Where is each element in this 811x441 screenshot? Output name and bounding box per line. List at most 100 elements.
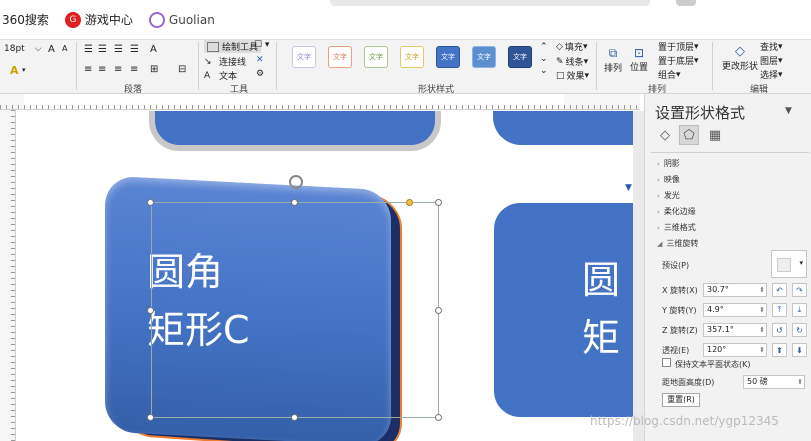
find-button[interactable]: 查找 ▾ xyxy=(760,40,783,54)
text-direction-button[interactable]: A xyxy=(150,44,157,55)
resize-handle[interactable] xyxy=(147,307,154,314)
more-styles-icon[interactable]: ⌄ xyxy=(540,66,548,76)
canvas-scrollbar[interactable] xyxy=(633,111,644,441)
align-text-button[interactable]: ⊟ xyxy=(178,64,186,75)
draw-tools-button[interactable]: 绘制工具 xyxy=(204,40,262,53)
divider xyxy=(596,42,597,90)
position-button[interactable]: ⊡ 位置 xyxy=(630,46,648,73)
horizontal-ruler-active xyxy=(24,94,564,110)
rotate-ccw-icon[interactable]: ↺ xyxy=(772,323,787,337)
align-left-button[interactable]: ≡ xyxy=(84,64,92,75)
section-shadow[interactable]: › 阴影 xyxy=(657,158,680,169)
rounded-rect-shape-top-right[interactable] xyxy=(493,111,633,145)
resize-handle[interactable] xyxy=(435,414,442,421)
tab-strip-edge xyxy=(330,0,650,6)
rotate-down-icon[interactable]: ⤓ xyxy=(792,303,807,317)
shape-style-7[interactable]: 文字 xyxy=(508,46,532,68)
resize-handle[interactable] xyxy=(291,199,298,206)
section-glow[interactable]: › 发光 xyxy=(657,190,680,201)
delete-icon[interactable]: ✕ xyxy=(256,55,264,65)
shape-style-3[interactable]: 文字 xyxy=(364,46,388,68)
bookmark-360-search[interactable]: 360搜索 xyxy=(2,11,49,28)
shape-style-6[interactable]: 文字 xyxy=(472,46,496,68)
section-3d-format[interactable]: › 三维格式 xyxy=(657,222,696,233)
arrange-button[interactable]: ⧉ 排列 xyxy=(604,46,622,74)
justify-button[interactable]: ≡ xyxy=(130,64,138,75)
x-rotation-input[interactable]: 30.7° xyxy=(703,283,767,297)
preset-dropdown[interactable]: ▾ xyxy=(771,250,807,278)
rotate-left-icon[interactable]: ↶ xyxy=(772,283,787,297)
keep-text-flat-checkbox[interactable] xyxy=(662,358,671,367)
resize-handle[interactable] xyxy=(435,307,442,314)
font-color-button[interactable]: A xyxy=(10,64,19,77)
shape-style-1[interactable]: 文字 xyxy=(292,46,316,68)
fill-button[interactable]: ◇ 填充 ▾ xyxy=(556,40,587,54)
size-properties-tab-icon[interactable]: ▦ xyxy=(705,125,725,145)
bookmark-guolian[interactable]: Guolian xyxy=(148,11,215,28)
perspective-input[interactable]: 120° xyxy=(703,343,767,357)
format-shape-panel: 设置形状格式 ▼ ◇ ⬠ ▦ › 阴影 › 映像 › 发光 › 柔化边缘 › 三维格式 ◢… xyxy=(644,94,811,441)
adjust-handle[interactable] xyxy=(406,199,413,206)
drawing-canvas[interactable]: 圆角 矩形C 圆 矩 ▼ xyxy=(17,111,633,441)
align-right-button[interactable]: ≡ xyxy=(114,64,122,75)
rotate-handle-icon[interactable] xyxy=(289,175,303,189)
connector-button[interactable]: ↘ 连接线 xyxy=(204,55,246,69)
perspective-decrease-icon[interactable]: ⬇ xyxy=(792,343,807,357)
resize-handle[interactable] xyxy=(147,199,154,206)
numbering-button[interactable]: ☰ xyxy=(98,44,107,55)
scroll-down-icon[interactable]: ⌄ xyxy=(540,54,548,64)
perspective-increase-icon[interactable]: ⬆ xyxy=(772,343,787,357)
line-button[interactable]: ✎ 线条 ▾ xyxy=(556,55,588,69)
distance-input[interactable]: 50 磅 xyxy=(743,375,805,389)
divider xyxy=(276,42,277,90)
x-rotation-label: X 旋转(X) xyxy=(662,286,698,295)
section-reflection[interactable]: › 映像 xyxy=(657,174,680,185)
send-back-button[interactable]: 置于底层 ▾ xyxy=(658,54,699,68)
layer-button[interactable]: 图层 ▾ xyxy=(760,54,783,68)
shape-style-4[interactable]: 文字 xyxy=(400,46,424,68)
text-button[interactable]: A 文本 xyxy=(204,69,237,83)
bookmarks-bar: 360搜索 G 游戏中心 Guolian xyxy=(0,0,811,40)
bullets-button[interactable]: ☰ xyxy=(84,44,93,55)
grow-font-button[interactable]: A xyxy=(48,44,55,55)
columns-button[interactable]: ⊞ xyxy=(150,64,158,75)
distance-label: 距地面高度(D) xyxy=(662,378,715,387)
indent-button[interactable]: ☰ xyxy=(114,44,123,55)
group-button[interactable]: 组合 ▾ xyxy=(658,68,681,82)
bookmark-game-center[interactable]: G 游戏中心 xyxy=(64,11,133,28)
effect-button[interactable]: □ 效果 ▾ xyxy=(556,69,589,83)
bring-front-button[interactable]: 置于顶层 ▾ xyxy=(658,40,699,54)
align-center-button[interactable]: ≡ xyxy=(98,64,106,75)
fill-line-tab-icon[interactable]: ◇ xyxy=(655,125,675,145)
select-button[interactable]: 选择 ▾ xyxy=(760,68,783,82)
outdent-button[interactable]: ☰ xyxy=(130,44,139,55)
effect-icon: □ xyxy=(556,70,565,81)
textbox-icon xyxy=(207,41,219,52)
change-shape-button[interactable]: ◇ 更改形状 xyxy=(722,44,758,72)
shape-text-right[interactable]: 圆 矩 xyxy=(582,251,620,367)
resize-handle[interactable] xyxy=(291,414,298,421)
rotate-right-icon[interactable]: ↷ xyxy=(792,283,807,297)
y-rotation-input[interactable]: 4.9° xyxy=(703,303,767,317)
shape-style-5[interactable]: 文字 xyxy=(436,46,460,68)
rotate-cw-icon[interactable]: ↻ xyxy=(792,323,807,337)
chevron-down-icon[interactable]: ▾ xyxy=(22,66,26,74)
z-rotation-input[interactable]: 357.1° xyxy=(703,323,767,337)
section-3d-rotation[interactable]: ◢ 三维旋转 xyxy=(657,238,698,249)
resize-handle[interactable] xyxy=(147,414,154,421)
shrink-font-button[interactable]: A xyxy=(62,44,67,53)
shape-outline-icon[interactable]: ☐ ▾ xyxy=(254,40,269,50)
shape-style-2[interactable]: 文字 xyxy=(328,46,352,68)
resize-handle[interactable] xyxy=(435,199,442,206)
rounded-rect-shape-top[interactable] xyxy=(149,111,441,151)
font-size-select[interactable]: 18pt ⌵ xyxy=(4,44,42,54)
perspective-label: 透视(E) xyxy=(662,346,690,355)
gear-icon[interactable]: ⚙ xyxy=(256,69,264,79)
chevron-down-icon[interactable]: ▼ xyxy=(785,106,792,116)
effects-tab-icon[interactable]: ⬠ xyxy=(679,125,699,145)
rotate-up-icon[interactable]: ⤒ xyxy=(772,303,787,317)
scroll-up-icon[interactable]: ⌃ xyxy=(540,42,548,52)
section-soft-edges[interactable]: › 柔化边缘 xyxy=(657,206,696,217)
chevron-down-icon: ◢ xyxy=(657,240,663,248)
reset-button[interactable]: 重置(R) xyxy=(662,393,700,407)
